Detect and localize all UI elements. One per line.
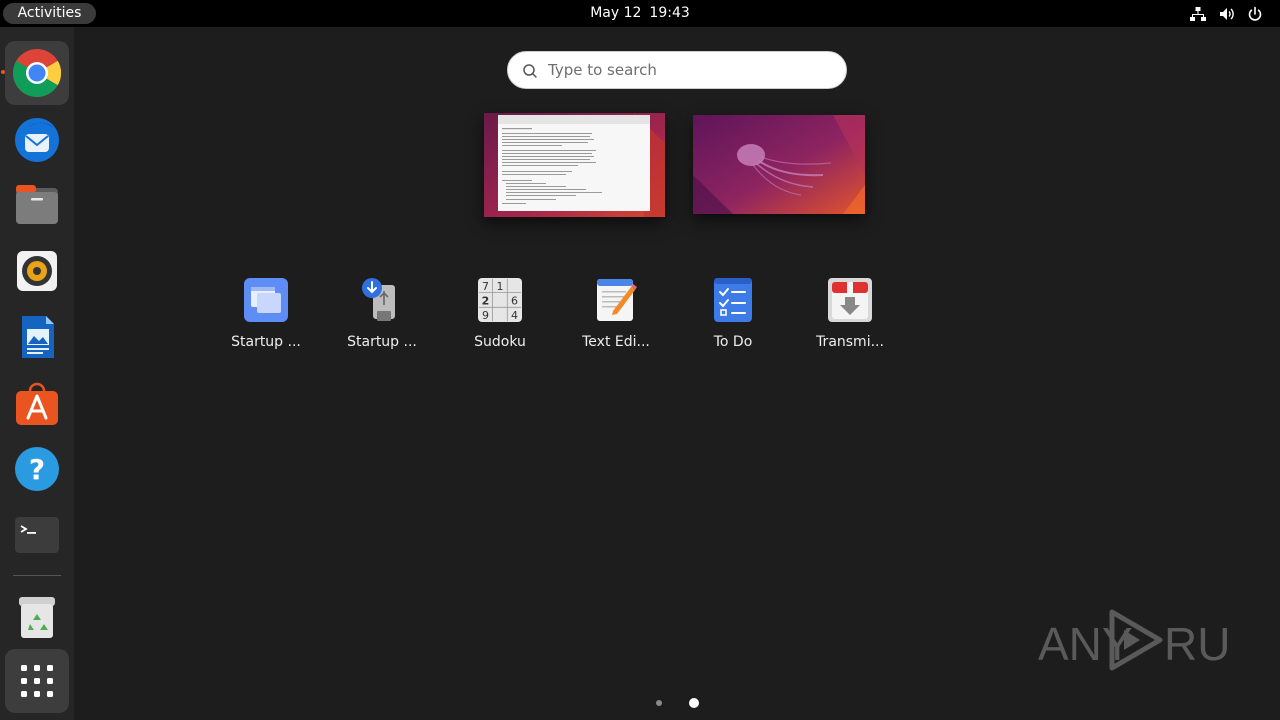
svg-text:2: 2 bbox=[482, 295, 490, 308]
search-input[interactable] bbox=[548, 52, 838, 88]
anyrun-watermark: ANY RUN bbox=[1038, 606, 1264, 672]
search-icon bbox=[523, 64, 537, 78]
dock-item-trash[interactable] bbox=[5, 585, 69, 649]
workspace-preview bbox=[693, 115, 865, 214]
workspace-thumbnail-2[interactable] bbox=[693, 115, 865, 214]
app-transmission[interactable]: Transmi... bbox=[795, 277, 905, 350]
app-sudoku[interactable]: 71 2 6 9 4 Sudoku bbox=[445, 277, 555, 350]
anyrun-logo-icon: ANY RUN bbox=[1038, 609, 1264, 671]
power-icon[interactable] bbox=[1247, 6, 1263, 22]
svg-text:?: ? bbox=[29, 453, 45, 486]
app-startup-applications[interactable]: Startup ... bbox=[211, 277, 321, 350]
clock-date[interactable]: May 12 bbox=[590, 5, 641, 21]
help-icon: ? bbox=[15, 447, 59, 491]
workspace-thumbnail-1[interactable] bbox=[484, 113, 665, 217]
dock-item-files[interactable] bbox=[5, 173, 69, 237]
rhythmbox-icon bbox=[17, 251, 57, 291]
app-label: Startup ... bbox=[231, 334, 301, 350]
top-bar: Activities May 12 19:43 bbox=[0, 0, 1280, 27]
volume-icon[interactable] bbox=[1219, 6, 1235, 22]
trash-icon bbox=[19, 597, 55, 638]
watermark-text-right: RUN bbox=[1164, 618, 1234, 670]
text-editor-icon bbox=[597, 279, 637, 321]
dock: ? bbox=[0, 27, 74, 720]
files-icon bbox=[16, 185, 58, 224]
sudoku-icon: 71 2 6 9 4 bbox=[478, 278, 522, 322]
transmission-icon bbox=[828, 278, 872, 322]
startup-apps-icon bbox=[244, 278, 288, 322]
app-text-editor[interactable]: Text Edi... bbox=[561, 277, 671, 350]
svg-text:4: 4 bbox=[511, 309, 518, 322]
chrome-icon bbox=[12, 48, 62, 98]
app-label: To Do bbox=[713, 334, 753, 350]
app-label: Transmi... bbox=[816, 334, 884, 350]
thunderbird-icon bbox=[15, 118, 59, 162]
writer-icon bbox=[22, 316, 54, 358]
dock-item-chrome[interactable] bbox=[5, 41, 69, 105]
app-center-icon bbox=[16, 382, 58, 425]
app-grid-icon bbox=[21, 665, 53, 697]
app-to-do[interactable]: To Do bbox=[678, 277, 788, 350]
dock-item-thunderbird[interactable] bbox=[5, 107, 69, 171]
page-dot-1[interactable] bbox=[656, 700, 662, 706]
terminal-icon bbox=[15, 517, 59, 553]
show-apps-button[interactable] bbox=[5, 649, 69, 713]
todo-icon bbox=[714, 278, 752, 322]
svg-text:6: 6 bbox=[511, 295, 518, 308]
page-dot-2[interactable] bbox=[689, 698, 699, 708]
activities-button[interactable]: Activities bbox=[3, 3, 96, 24]
dock-item-app-center[interactable] bbox=[5, 371, 69, 435]
dock-separator bbox=[13, 575, 61, 576]
app-label: Text Edi... bbox=[582, 334, 650, 350]
svg-text:7: 7 bbox=[482, 280, 489, 293]
svg-text:1: 1 bbox=[497, 280, 504, 293]
clock-time[interactable]: 19:43 bbox=[649, 5, 689, 21]
dock-item-help[interactable]: ? bbox=[5, 437, 69, 501]
search-box[interactable] bbox=[507, 51, 847, 89]
page-indicator bbox=[74, 697, 1280, 709]
dock-item-writer[interactable] bbox=[5, 305, 69, 369]
workspace-preview bbox=[484, 113, 665, 217]
network-icon[interactable] bbox=[1190, 6, 1206, 22]
app-startup-disk-creator[interactable]: Startup ... bbox=[327, 277, 437, 350]
app-label: Sudoku bbox=[474, 334, 526, 350]
dock-item-rhythmbox[interactable] bbox=[5, 239, 69, 303]
startup-disk-creator-icon bbox=[362, 278, 395, 321]
svg-text:9: 9 bbox=[482, 309, 489, 322]
clock: May 12 19:43 bbox=[0, 0, 1280, 27]
dock-item-terminal[interactable] bbox=[5, 503, 69, 567]
app-label: Startup ... bbox=[347, 334, 417, 350]
